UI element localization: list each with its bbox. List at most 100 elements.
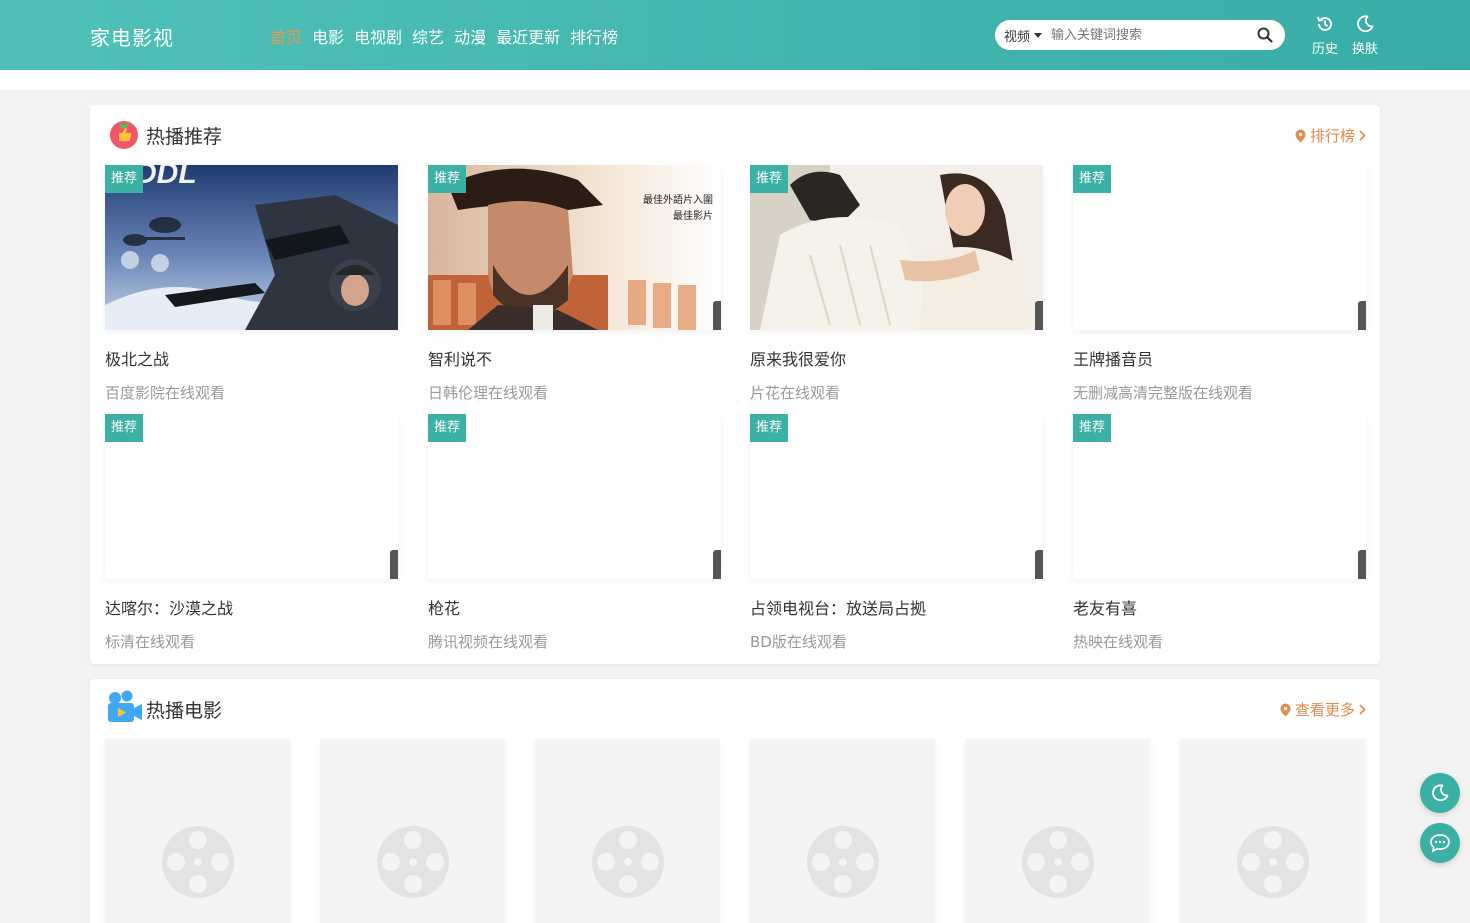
video-subtitle: 标清在线观看	[105, 633, 196, 651]
theme-label: 换肤	[1351, 42, 1378, 57]
recommend-badge: 推荐	[750, 165, 789, 193]
search-input[interactable]	[1051, 22, 1251, 48]
movie-card-placeholder[interactable]	[105, 739, 290, 923]
video-card[interactable]: DDL 推荐 极北之战 百度影院在线观看	[105, 165, 398, 403]
video-subtitle: 片花在线观看	[750, 384, 841, 402]
movie-card-placeholder[interactable]	[965, 739, 1150, 923]
nav-home[interactable]: 首页	[270, 24, 302, 48]
history-label: 历史	[1311, 42, 1338, 57]
chevron-right-icon	[1359, 130, 1366, 141]
movie-camera-icon	[106, 690, 144, 728]
video-card[interactable]: 推荐 占领电视台：放送局占拠 BD版在线观看	[750, 414, 1043, 652]
nav-anime[interactable]: 动漫	[454, 24, 486, 48]
section-title: 热播推荐	[146, 125, 223, 148]
search-type-select[interactable]: 视频	[995, 26, 1051, 45]
poster-thumbnail[interactable]: 推荐	[750, 165, 1043, 330]
film-reel-icon	[807, 826, 879, 898]
film-reel-icon	[1237, 826, 1309, 898]
corner-marker	[713, 550, 721, 579]
video-title[interactable]: 极北之战	[105, 346, 398, 370]
chat-bubble-icon	[1430, 834, 1450, 853]
video-subtitle: 热映在线观看	[1073, 633, 1164, 651]
movie-card-placeholder[interactable]	[1180, 739, 1365, 923]
video-subtitle: BD版在线观看	[750, 633, 847, 651]
recommend-badge: 推荐	[750, 414, 789, 442]
hot-movies-section: 热播电影 查看更多	[90, 679, 1380, 923]
moon-icon	[1350, 14, 1380, 36]
video-card[interactable]: 推荐 老友有喜 热映在线观看	[1073, 414, 1366, 652]
nav-tv[interactable]: 电视剧	[354, 24, 402, 48]
ranking-link-label: 排行榜	[1309, 127, 1355, 145]
theme-toggle-float-button[interactable]	[1420, 773, 1460, 813]
poster-image: DDL	[105, 165, 398, 330]
corner-marker	[713, 301, 721, 330]
poster-image	[428, 165, 721, 330]
feedback-float-button[interactable]	[1420, 823, 1460, 863]
poster-caption: 最佳外語片入圍 最佳影片	[643, 195, 713, 222]
video-subtitle: 百度影院在线观看	[105, 384, 226, 402]
view-more-link[interactable]: 查看更多	[1280, 699, 1366, 720]
video-subtitle: 无删减高清完整版在线观看	[1073, 384, 1254, 402]
history-button[interactable]: 历史	[1310, 14, 1340, 57]
corner-marker	[1358, 550, 1366, 579]
chevron-right-icon	[1359, 704, 1366, 715]
movie-card-placeholder[interactable]	[320, 739, 505, 923]
theme-button[interactable]: 换肤	[1350, 14, 1380, 57]
video-title[interactable]: 枪花	[428, 595, 721, 619]
video-title[interactable]: 王牌播音员	[1073, 346, 1366, 370]
video-subtitle: 腾讯视频在线观看	[428, 633, 549, 651]
poster-thumbnail[interactable]: 推荐	[1073, 165, 1366, 330]
nav-movies[interactable]: 电影	[312, 24, 344, 48]
film-reel-icon	[1022, 826, 1094, 898]
site-logo[interactable]: 家电影视	[90, 22, 174, 51]
corner-marker	[1035, 301, 1043, 330]
poster-thumbnail[interactable]: 推荐	[1073, 414, 1366, 579]
poster-thumbnail[interactable]: 推荐	[105, 414, 398, 579]
recommend-badge: 推荐	[428, 414, 467, 442]
nav-variety[interactable]: 综艺	[412, 24, 444, 48]
video-card[interactable]: 推荐 王牌播音员 无删减高清完整版在线观看	[1073, 165, 1366, 403]
search-box: 视频	[995, 20, 1285, 50]
poster-thumbnail[interactable]: 推荐	[750, 414, 1043, 579]
search-icon[interactable]	[1257, 27, 1273, 43]
video-title[interactable]: 智利说不	[428, 346, 721, 370]
recommend-badge: 推荐	[1073, 165, 1112, 193]
section-header: 热播电影	[106, 689, 222, 729]
search-type-label: 视频	[1004, 29, 1031, 45]
poster-image	[750, 165, 1043, 330]
movie-card-placeholder[interactable]	[535, 739, 720, 923]
poster-thumbnail[interactable]: 推荐	[428, 414, 721, 579]
poster-thumbnail[interactable]: 最佳外語片入圍 最佳影片 推荐	[428, 165, 721, 330]
recommend-badge: 推荐	[1073, 414, 1112, 442]
corner-marker	[390, 550, 398, 579]
corner-marker	[1035, 550, 1043, 579]
recommend-badge: 推荐	[105, 414, 144, 442]
video-title[interactable]: 占领电视台：放送局占拠	[750, 595, 1043, 619]
video-title[interactable]: 达喀尔：沙漠之战	[105, 595, 398, 619]
poster-thumbnail[interactable]: DDL 推荐	[105, 165, 398, 330]
tomato-icon	[108, 115, 140, 155]
video-card[interactable]: 推荐 枪花 腾讯视频在线观看	[428, 414, 721, 652]
recommend-badge: 推荐	[428, 165, 467, 193]
movie-card-placeholder[interactable]	[750, 739, 935, 923]
recommend-badge: 推荐	[105, 165, 144, 193]
film-reel-icon	[592, 826, 664, 898]
top-header: 家电影视 首页 电影 电视剧 综艺 动漫 最近更新 排行榜 视频 历史 换肤	[0, 0, 1470, 70]
header-spacer	[0, 70, 1470, 90]
video-card[interactable]: 推荐 达喀尔：沙漠之战 标清在线观看	[105, 414, 398, 652]
ranking-link[interactable]: 排行榜	[1295, 125, 1366, 146]
view-more-label: 查看更多	[1294, 701, 1355, 719]
video-subtitle: 日韩伦理在线观看	[428, 384, 549, 402]
video-card[interactable]: 最佳外語片入圍 最佳影片 推荐 智利说不 日韩伦理在线观看	[428, 165, 721, 403]
corner-marker	[1358, 301, 1366, 330]
video-title[interactable]: 原来我很爱你	[750, 346, 1043, 370]
nav-ranking[interactable]: 排行榜	[570, 24, 618, 48]
chevron-down-icon	[1034, 32, 1043, 38]
section-header: 热播推荐	[108, 115, 222, 155]
film-reel-icon	[162, 826, 234, 898]
nav-latest[interactable]: 最近更新	[496, 24, 560, 48]
history-icon	[1310, 14, 1340, 36]
video-card[interactable]: 推荐 原来我很爱你 片花在线观看	[750, 165, 1043, 403]
film-reel-icon	[377, 826, 449, 898]
video-title[interactable]: 老友有喜	[1073, 595, 1366, 619]
